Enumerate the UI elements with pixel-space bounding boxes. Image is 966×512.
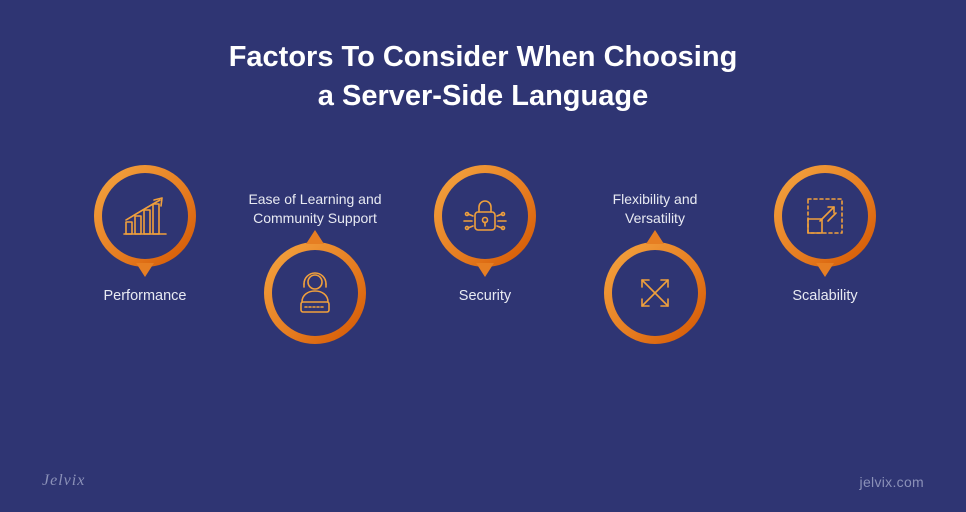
expand-arrows-icon — [630, 268, 680, 318]
lock-icon — [458, 192, 512, 240]
factor-label: Ease of Learning and Community Support — [248, 190, 381, 228]
site-url: jelvix.com — [860, 474, 924, 490]
factor-scalability: Scalability — [735, 165, 915, 307]
factor-flexibility: Flexibility and Versatility — [565, 190, 745, 344]
brand-logo: Jelvix — [42, 472, 85, 490]
bubble-pointer — [646, 230, 664, 244]
factor-bubble — [264, 242, 366, 344]
factor-bubble — [604, 242, 706, 344]
scale-icon — [800, 191, 850, 241]
factor-label: Performance — [103, 287, 186, 307]
factor-label: Security — [459, 287, 511, 307]
factor-performance: Performance — [55, 165, 235, 307]
factor-bubble — [94, 165, 196, 267]
support-person-icon — [290, 268, 340, 318]
title-line-2: a Server-Side Language — [318, 80, 648, 112]
factor-bubble — [434, 165, 536, 267]
growth-chart-icon — [120, 194, 170, 238]
page-title: Factors To Consider When Choosing a Serv… — [0, 0, 966, 116]
title-line-1: Factors To Consider When Choosing — [229, 41, 738, 73]
factor-ease-of-learning: Ease of Learning and Community Support — [225, 190, 405, 344]
factor-label: Scalability — [792, 287, 857, 307]
bubble-pointer — [306, 230, 324, 244]
factors-row: Performance Ease of Learning and Communi… — [0, 145, 966, 445]
factor-security: Security — [395, 165, 575, 307]
factor-label: Flexibility and Versatility — [613, 190, 698, 228]
bubble-pointer — [476, 263, 494, 277]
factor-bubble — [774, 165, 876, 267]
bubble-pointer — [816, 263, 834, 277]
bubble-pointer — [136, 263, 154, 277]
